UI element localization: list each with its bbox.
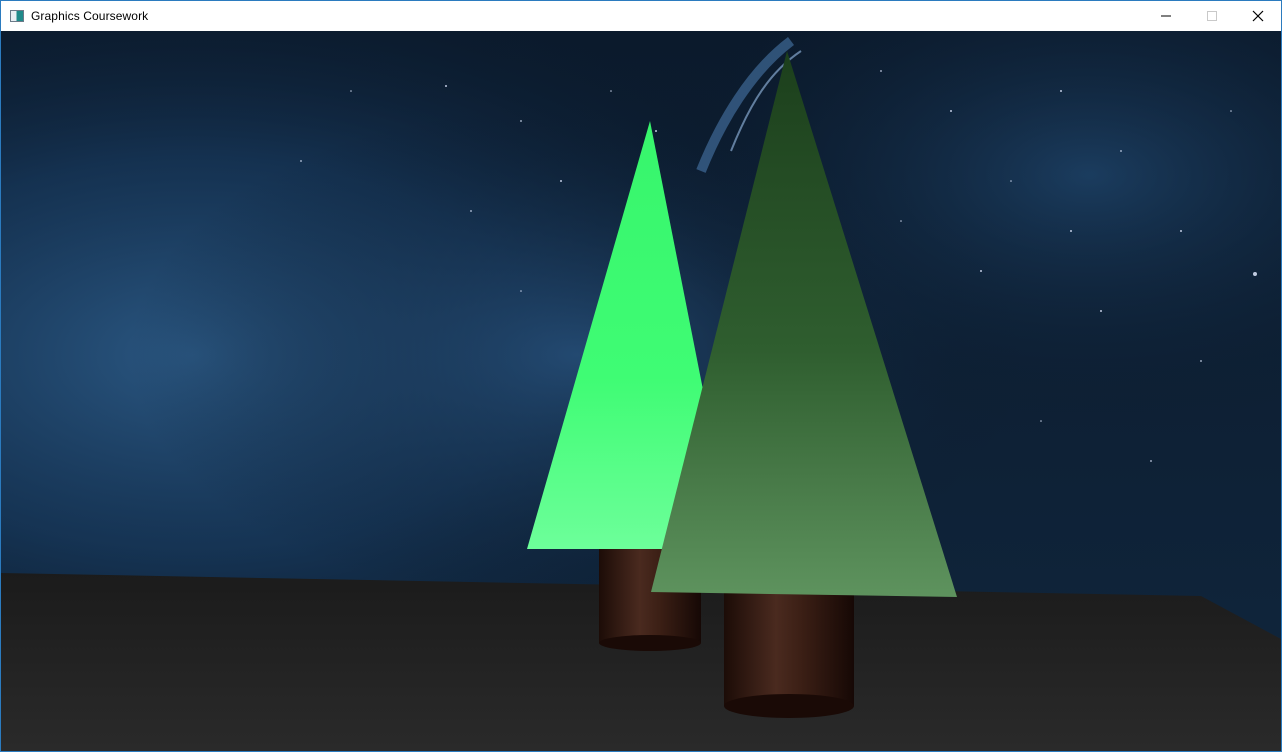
maximize-button[interactable] xyxy=(1189,1,1235,31)
minimize-icon xyxy=(1161,15,1171,17)
title-bar[interactable]: Graphics Coursework xyxy=(1,1,1281,31)
render-viewport[interactable] xyxy=(1,31,1281,751)
close-button[interactable] xyxy=(1235,1,1281,31)
front-tree-trunk xyxy=(724,591,854,718)
minimize-button[interactable] xyxy=(1143,1,1189,31)
maximize-icon xyxy=(1207,11,1217,21)
app-window: Graphics Coursework xyxy=(0,0,1282,752)
scene-canvas xyxy=(1,31,1281,751)
window-controls xyxy=(1143,1,1281,31)
close-icon xyxy=(1252,10,1264,22)
app-window-icon[interactable] xyxy=(10,10,24,22)
window-title: Graphics Coursework xyxy=(31,9,149,23)
